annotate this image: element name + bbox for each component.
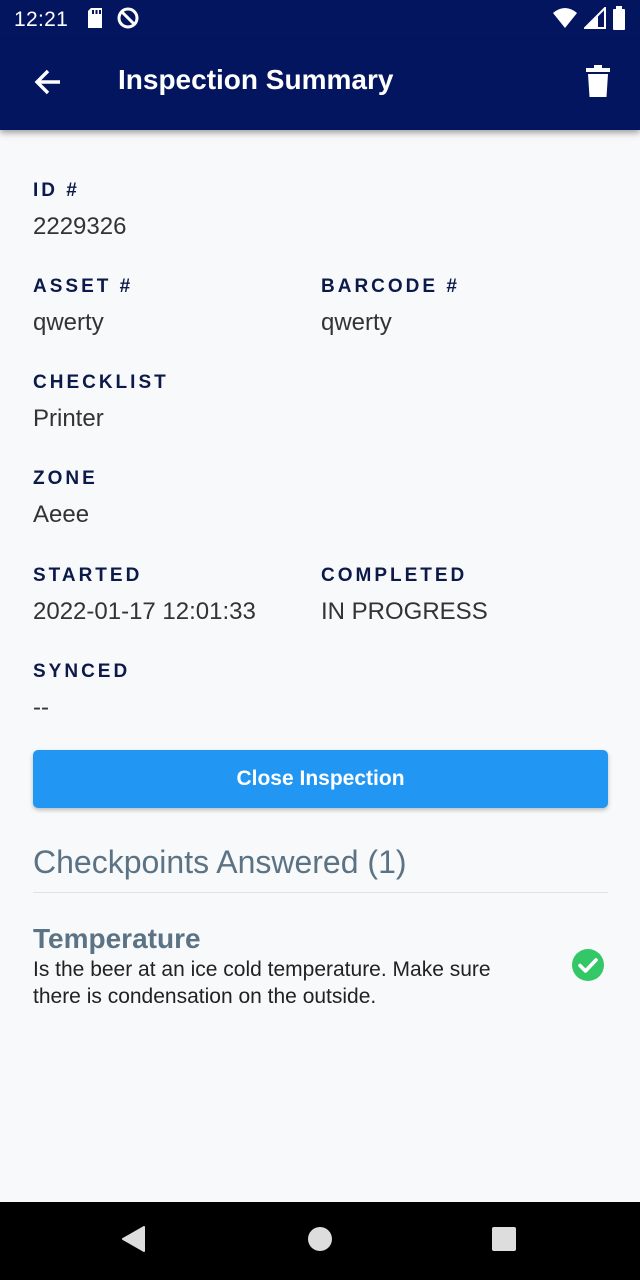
back-button[interactable] [28, 64, 68, 104]
sd-card-icon [86, 7, 104, 34]
field-value: 2022-01-17 12:01:33 [33, 598, 256, 625]
nav-home-button[interactable] [280, 1202, 360, 1280]
page-title: Inspection Summary [118, 64, 394, 95]
check-circle-icon [571, 948, 605, 982]
app-bar: Inspection Summary [0, 40, 640, 130]
navigation-bar [0, 1202, 640, 1280]
field-label: BARCODE # [321, 276, 460, 297]
field-label: COMPLETED [321, 565, 468, 586]
field-zone: ZONE Aeee [33, 468, 98, 530]
status-bar: 12:21 [0, 0, 640, 40]
field-value: qwerty [33, 309, 104, 336]
field-label: CHECKLIST [33, 372, 169, 393]
field-label: STARTED [33, 565, 143, 586]
field-value: -- [33, 694, 49, 721]
square-recents-icon [491, 1226, 517, 1257]
triangle-back-icon [120, 1225, 146, 1258]
field-checklist: CHECKLIST Printer [33, 372, 169, 434]
field-label: ASSET # [33, 276, 134, 297]
field-value: 2229326 [33, 213, 127, 240]
field-label: ZONE [33, 468, 98, 489]
field-label: ID # [33, 180, 80, 201]
data-saver-icon [116, 6, 140, 35]
checkpoint-description: Is the beer at an ice cold temperature. … [33, 958, 491, 1008]
field-asset: ASSET # qwerty [33, 276, 133, 338]
checkpoint-title: Temperature [33, 923, 201, 954]
field-label: SYNCED [33, 661, 131, 682]
field-value: Aeee [33, 501, 90, 528]
nav-back-button[interactable] [93, 1202, 173, 1280]
field-value: qwerty [321, 309, 392, 336]
nav-recents-button[interactable] [464, 1202, 544, 1280]
section-divider [33, 892, 608, 893]
trash-icon [586, 64, 610, 102]
field-id: ID # 2229326 [33, 180, 126, 242]
battery-icon [612, 5, 626, 35]
field-started: STARTED 2022-01-17 12:01:33 [33, 565, 256, 627]
arrow-left-icon [33, 67, 63, 102]
inspection-details: ID # 2229326 ASSET # qwerty BARCODE # qw… [0, 130, 640, 1202]
field-barcode: BARCODE # qwerty [321, 276, 460, 338]
checkpoint-item[interactable]: Temperature Is the beer at an ice cold t… [33, 922, 608, 1010]
wifi-icon [552, 7, 578, 34]
field-synced: SYNCED -- [33, 661, 130, 723]
circle-home-icon [307, 1226, 333, 1257]
status-time: 12:21 [14, 8, 69, 31]
checkpoints-section-title: Checkpoints Answered (1) [33, 844, 407, 880]
field-completed: COMPLETED IN PROGRESS [321, 565, 488, 627]
close-inspection-button[interactable]: Close Inspection [33, 750, 608, 808]
field-value: Printer [33, 405, 104, 432]
delete-button[interactable] [578, 60, 618, 106]
field-value: IN PROGRESS [321, 598, 488, 625]
cell-signal-icon [582, 5, 606, 34]
